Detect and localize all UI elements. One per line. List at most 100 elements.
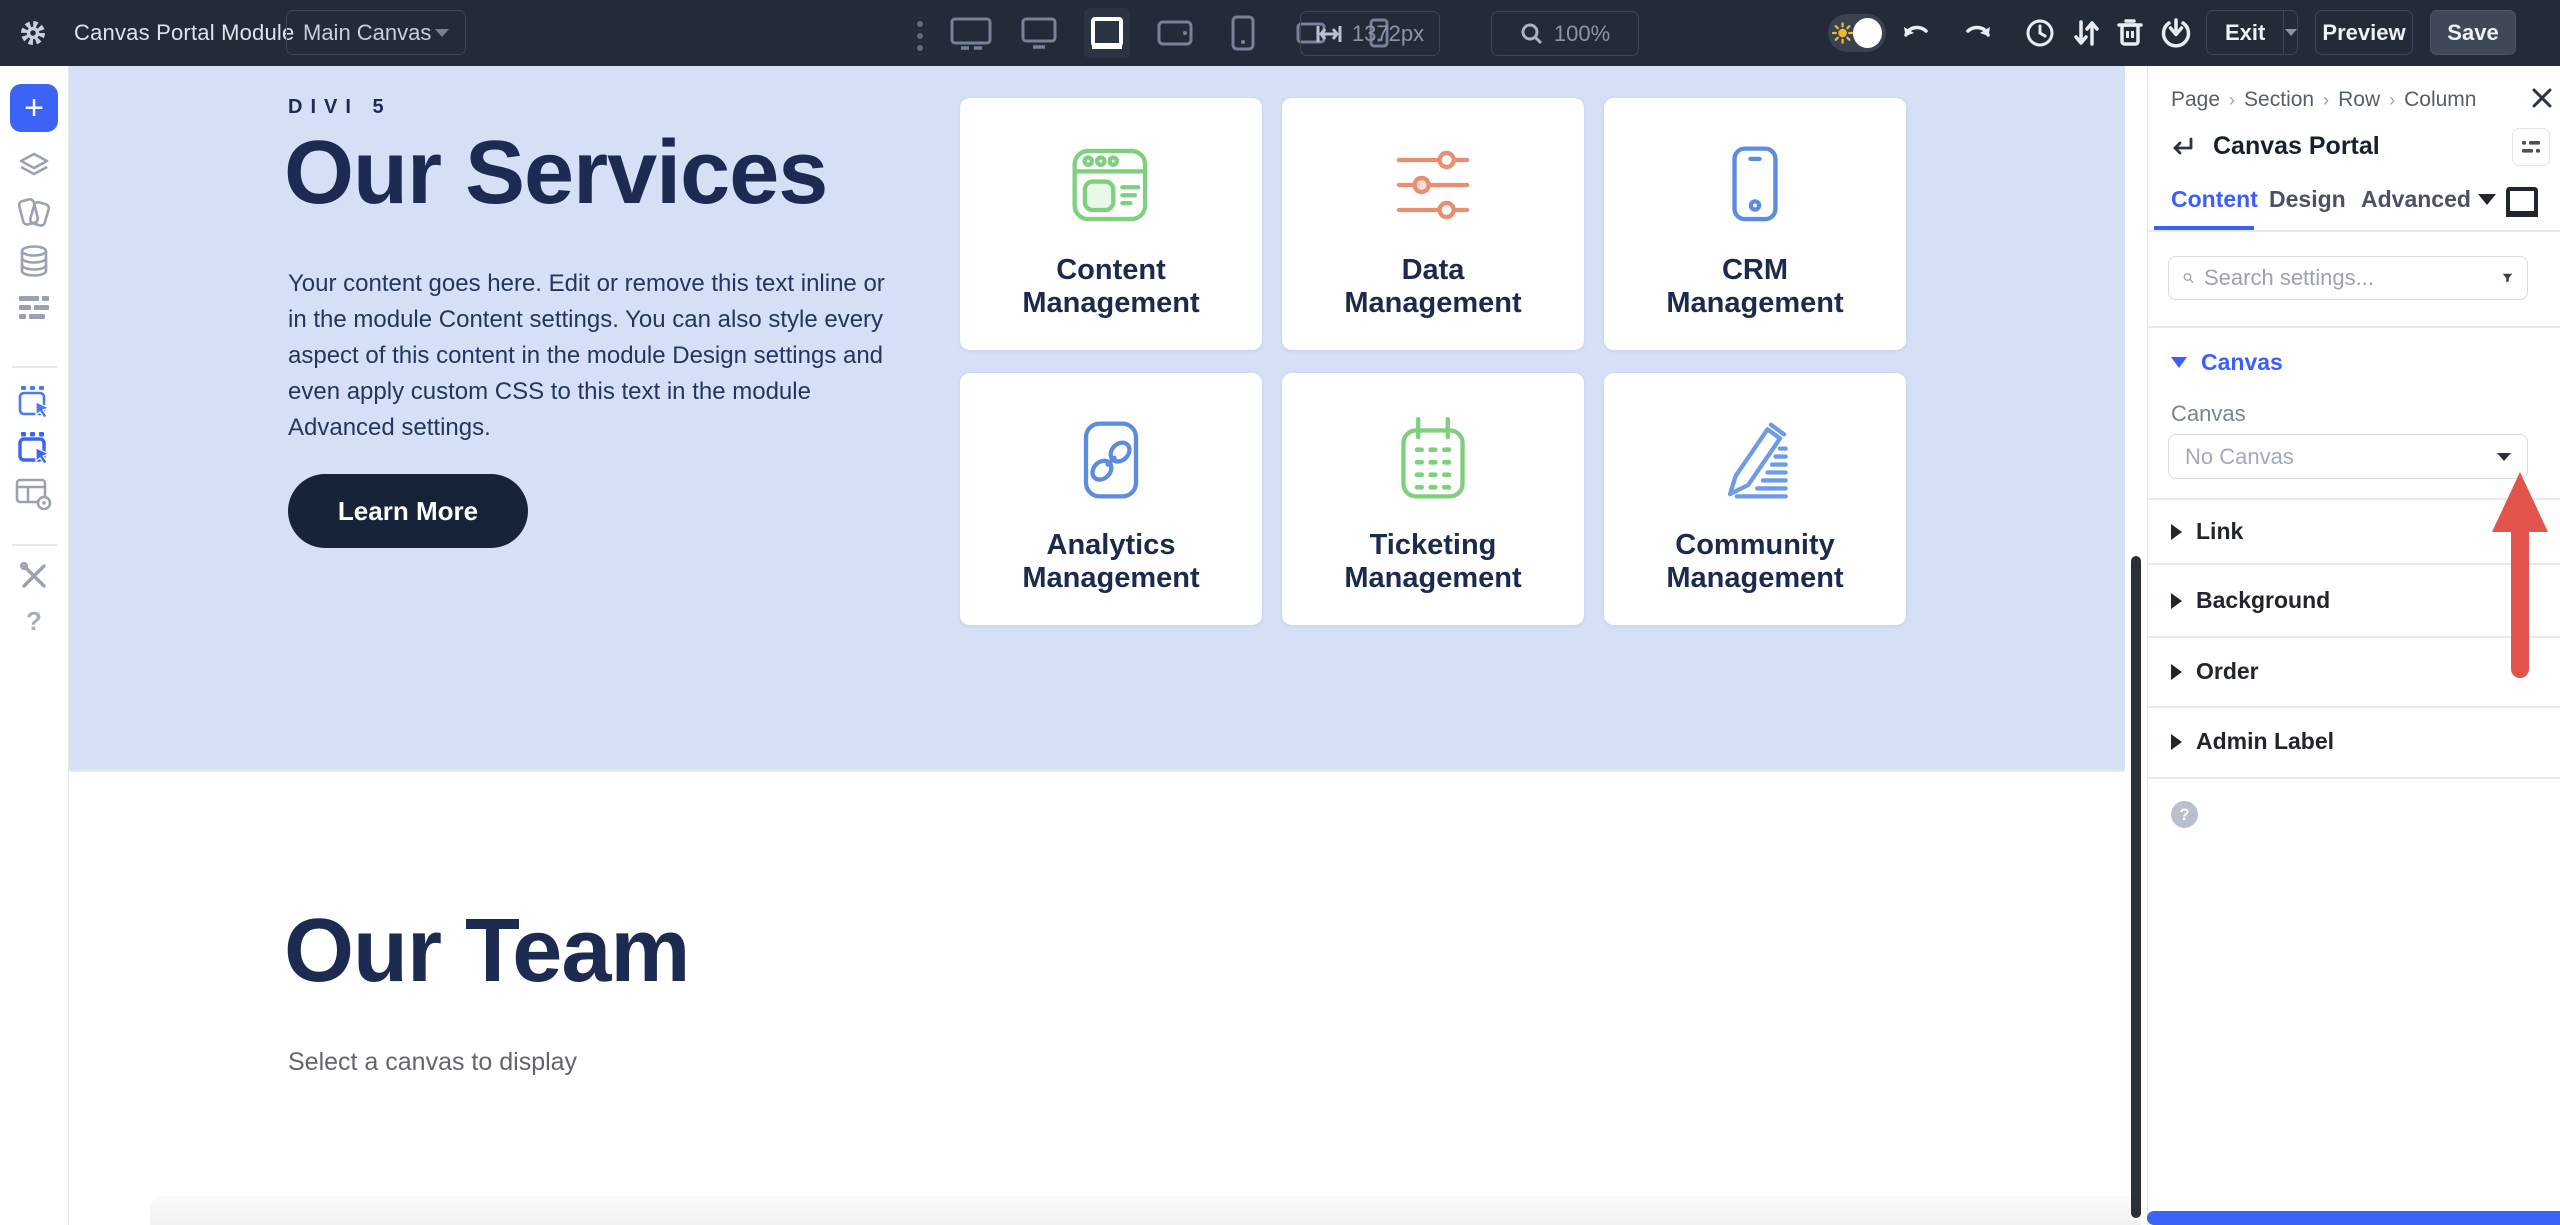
grid-view-icon[interactable] [484,18,515,49]
service-card[interactable]: CRM Management [1604,98,1906,350]
canvas-scrollbar[interactable] [2131,556,2141,1218]
presets-icon[interactable] [16,196,52,230]
service-card[interactable]: Content Management [960,98,1262,350]
help-icon[interactable]: ? [26,606,42,637]
layers-icon[interactable] [17,151,51,183]
service-card-title: Content Management [996,254,1226,320]
section-canvas-title: Canvas [2201,349,2283,376]
section-background-header[interactable]: Background [2171,587,2330,614]
module-name: Canvas Portal [2213,132,2380,161]
canvas-select-dropdown[interactable]: No Canvas [2168,434,2528,479]
section-canvas-header[interactable]: Canvas [2171,349,2283,376]
search-settings[interactable] [2168,256,2528,300]
undo-icon[interactable] [1900,19,1932,47]
breadcrumb-section[interactable]: Section [2244,88,2314,112]
canvas-width-value: 1372px [1352,21,1424,47]
triangle-right-icon [2171,734,2182,750]
gear-icon[interactable] [18,18,48,48]
section-eyebrow: DIVI 5 [288,96,392,119]
section-link-title: Link [2196,518,2243,545]
section-background-title: Background [2196,587,2330,614]
service-card[interactable]: Community Management [1604,373,1906,625]
canvas-selector-value: Main Canvas [303,20,431,46]
content-list-icon[interactable] [17,294,51,320]
sort-order-icon[interactable] [2070,17,2102,49]
tab-content[interactable]: Content [2171,186,2258,213]
panel-device-icon[interactable] [2504,186,2540,218]
theme-toggle[interactable] [1828,14,1886,52]
breadcrumb-page[interactable]: Page [2171,88,2220,112]
portability-icon[interactable] [2160,17,2192,49]
tablet-icon [1705,130,1805,240]
module-title: Canvas Portal Module [74,0,294,66]
filter-icon[interactable] [2502,268,2513,288]
search-icon [2183,267,2194,289]
trash-icon[interactable] [2114,17,2146,49]
link-icon [1061,405,1161,515]
sliders-icon [1383,130,1483,240]
service-card[interactable]: Ticketing Management [1282,373,1584,625]
theme-builder-icon[interactable] [15,478,53,510]
select-chevron-icon [2497,453,2511,461]
team-heading: Our Team [284,900,689,1003]
pencil-lines-icon [1705,405,1805,515]
service-card-title: Analytics Management [996,529,1226,595]
divi-builder-window: Canvas Portal Module Main Canvas [0,0,2560,1225]
services-body-text: Your content goes here. Edit or remove t… [288,266,906,446]
learn-more-button[interactable]: Learn More [288,474,528,548]
breadcrumb-column[interactable]: Column [2404,88,2476,112]
tab-design[interactable]: Design [2269,186,2346,213]
device-phone-icon[interactable] [1220,8,1266,58]
team-placeholder-text: Select a canvas to display [288,1048,577,1077]
search-settings-input[interactable] [2204,265,2492,291]
sun-icon [1832,22,1853,44]
top-toolbar: Canvas Portal Module Main Canvas [0,0,2560,66]
panel-help-icon[interactable]: ? [2171,801,2198,828]
breadcrumb-row[interactable]: Row [2338,88,2380,112]
panel-dock-button[interactable] [2512,128,2550,166]
save-button[interactable]: Save [2430,10,2516,55]
breadcrumb: Page› Section› Row› Column [2171,88,2476,112]
exit-label: Exit [2207,11,2283,54]
left-toolbar: + ? [0,66,69,1225]
canvas-width-input[interactable]: 1372px [1300,11,1440,56]
service-card-title: CRM Management [1640,254,1870,320]
bottom-blue-bar [2147,1211,2560,1225]
service-card[interactable]: Data Management [1282,98,1584,350]
canvas-select-outline-icon[interactable] [16,384,52,420]
triangle-right-icon [2171,593,2182,609]
canvas-selector-dropdown[interactable]: Main Canvas [286,10,466,55]
module-header: Canvas Portal [2171,132,2380,161]
service-card-title: Ticketing Management [1318,529,1548,595]
canvas-select-filled-icon[interactable] [16,430,52,466]
calendar-icon [1383,405,1483,515]
close-panel-icon[interactable] [2530,86,2554,115]
preview-button[interactable]: Preview [2315,10,2413,55]
service-card-title: Data Management [1318,254,1548,320]
section-order-header[interactable]: Order [2171,658,2259,685]
database-icon[interactable] [18,244,50,278]
section-admin-label-header[interactable]: Admin Label [2171,728,2334,755]
kebab-menu-icon[interactable] [917,21,923,51]
triangle-right-icon [2171,524,2182,540]
back-arrow-icon[interactable] [2171,136,2197,158]
exit-caret[interactable] [2283,11,2297,54]
exit-button[interactable]: Exit [2206,10,2298,55]
zoom-icon [1520,22,1544,46]
service-card[interactable]: Analytics Management [960,373,1262,625]
zoom-input[interactable]: 100% [1491,11,1639,56]
tabs-chevron-down-icon[interactable] [2478,194,2496,205]
add-module-button[interactable]: + [10,84,58,132]
section-link-header[interactable]: Link [2171,518,2243,545]
history-icon[interactable] [2024,17,2056,49]
device-laptop-icon[interactable] [1084,8,1130,58]
service-card-title: Community Management [1640,529,1870,595]
tab-advanced[interactable]: Advanced [2361,186,2471,213]
device-desktop-large-icon[interactable] [948,8,994,58]
device-tablet-landscape-icon[interactable] [1152,8,1198,58]
zoom-value: 100% [1554,21,1610,47]
redo-icon[interactable] [1962,19,1994,47]
tools-icon[interactable] [18,560,50,592]
device-desktop-icon[interactable] [1016,8,1062,58]
dock-icon [2521,139,2541,155]
